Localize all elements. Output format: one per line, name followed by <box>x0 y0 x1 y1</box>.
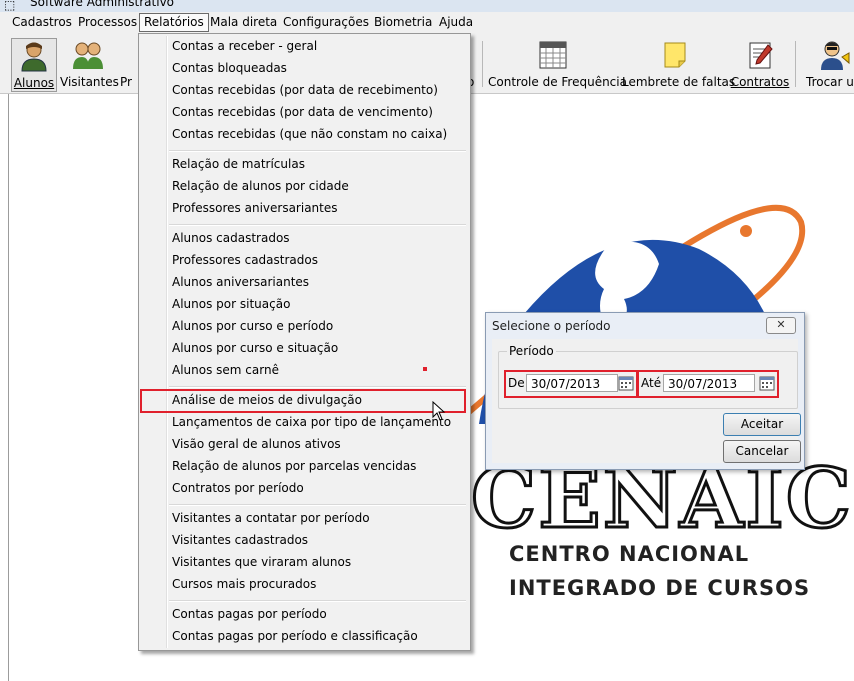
select-period-dialog: Selecione o período ✕ Período De 30/07/2… <box>485 312 805 470</box>
menu-item[interactable]: Contas pagas por período e classificação <box>172 625 418 647</box>
menu-cadastros[interactable]: Cadastros <box>8 14 76 31</box>
dialog-title: Selecione o período <box>492 319 611 333</box>
menu-gutter <box>166 36 168 648</box>
switch-user-icon <box>821 41 850 70</box>
menu-item[interactable]: Contas pagas por período <box>172 603 327 625</box>
periodo-group-label: Período <box>507 344 556 358</box>
menu-item[interactable]: Contas a receber - geral <box>172 35 317 57</box>
menu-item[interactable]: Alunos por curso e período <box>172 315 333 337</box>
lembrete-faltas-button[interactable]: Lembrete de faltas <box>622 33 736 93</box>
menu-item[interactable]: Contas bloqueadas <box>172 57 287 79</box>
de-label: De <box>508 376 525 390</box>
periodo-group: Período De 30/07/2013 Até 30/07/2013 <box>498 344 798 409</box>
logo-orbit-dot <box>740 225 752 237</box>
toolbar-separator-2 <box>795 41 796 87</box>
trocar-usuario-label: Trocar us <box>806 75 854 89</box>
visitors-icon <box>73 42 103 69</box>
calendar-icon[interactable] <box>618 375 634 391</box>
visitantes-label: Visitantes <box>60 75 119 89</box>
title-bar: ⬚ Software Administrativo <box>0 0 854 12</box>
menu-item[interactable]: Contas recebidas (por data de vencimento… <box>172 101 433 123</box>
menu-item[interactable]: Relação de alunos por cidade <box>172 175 349 197</box>
menu-separator <box>169 386 466 388</box>
menu-separator <box>169 224 466 226</box>
menu-item[interactable]: Alunos por curso e situação <box>172 337 338 359</box>
menu-mala-direta[interactable]: Mala direta <box>206 14 281 31</box>
calendar-grid-icon <box>539 41 567 69</box>
contratos-label: Contratos <box>730 75 790 89</box>
relatorios-dropdown: Contas a receber - geral Contas bloquead… <box>138 33 471 651</box>
contratos-button[interactable]: Contratos <box>730 33 790 93</box>
menu-item[interactable]: Visitantes a contatar por período <box>172 507 370 529</box>
menu-item[interactable]: Visitantes cadastrados <box>172 529 308 551</box>
menu-item[interactable]: Professores aniversariantes <box>172 197 338 219</box>
sticky-note-icon <box>664 42 686 68</box>
menu-bar: Cadastros Processos Relatórios Mala dire… <box>0 12 854 33</box>
student-icon <box>21 42 47 72</box>
menu-biometria[interactable]: Biometria <box>370 14 436 31</box>
controle-frequencia-button[interactable]: Controle de Frequência <box>488 33 627 93</box>
menu-item[interactable]: Alunos sem carnê <box>172 359 279 381</box>
menu-item[interactable]: Visão geral de alunos ativos <box>172 433 341 455</box>
menu-separator <box>169 600 466 602</box>
mouse-pointer-icon <box>432 401 446 421</box>
menu-item[interactable]: Alunos por situação <box>172 293 290 315</box>
contract-pen-icon <box>749 42 773 69</box>
calendar-icon[interactable] <box>759 375 775 391</box>
menu-separator <box>169 504 466 506</box>
dialog-body: Período De 30/07/2013 Até 30/07/2013 Ace… <box>492 339 801 463</box>
ate-field-highlight: Até 30/07/2013 <box>637 370 779 398</box>
partial-button-left[interactable]: Pr <box>120 33 138 93</box>
annotation-dot <box>423 367 427 371</box>
menu-item[interactable]: Contratos por período <box>172 477 304 499</box>
alunos-button[interactable]: Alunos <box>11 38 57 92</box>
logo-line-2: INTEGRADO DE CURSOS <box>509 576 810 600</box>
menu-item[interactable]: Relação de alunos por parcelas vencidas <box>172 455 416 477</box>
window-title: Software Administrativo <box>30 0 175 9</box>
cancelar-button[interactable]: Cancelar <box>723 440 801 463</box>
menu-item[interactable]: Contas recebidas (por data de recebiment… <box>172 79 438 101</box>
controle-frequencia-label: Controle de Frequência <box>488 75 627 89</box>
menu-item[interactable]: Contas recebidas (que não constam no cai… <box>172 123 447 145</box>
menu-item[interactable]: Alunos cadastrados <box>172 227 290 249</box>
menu-item[interactable]: Lançamentos de caixa por tipo de lançame… <box>172 411 451 433</box>
menu-processos[interactable]: Processos <box>74 14 141 31</box>
ate-label: Até <box>641 376 662 390</box>
menu-ajuda[interactable]: Ajuda <box>435 14 477 31</box>
de-date-input[interactable]: 30/07/2013 <box>526 374 618 392</box>
de-field-highlight: De 30/07/2013 <box>504 370 638 398</box>
app-icon: ⬚ <box>4 0 16 12</box>
logo-line-1: CENTRO NACIONAL <box>509 542 749 566</box>
visitantes-button[interactable]: Visitantes <box>60 33 119 93</box>
menu-item[interactable]: Relação de matrículas <box>172 153 305 175</box>
alunos-label: Alunos <box>13 76 55 90</box>
aceitar-button[interactable]: Aceitar <box>723 413 801 436</box>
menu-configuracoes[interactable]: Configurações <box>279 14 373 31</box>
menu-separator <box>169 150 466 152</box>
menu-item[interactable]: Cursos mais procurados <box>172 573 316 595</box>
highlight-box <box>140 389 466 413</box>
ate-date-input[interactable]: 30/07/2013 <box>663 374 755 392</box>
toolbar-separator <box>482 41 483 87</box>
menu-item[interactable]: Visitantes que viraram alunos <box>172 551 351 573</box>
menu-item[interactable]: Alunos aniversariantes <box>172 271 309 293</box>
close-icon[interactable]: ✕ <box>766 317 796 334</box>
lembrete-faltas-label: Lembrete de faltas <box>622 75 736 89</box>
menu-relatorios[interactable]: Relatórios <box>139 13 209 32</box>
menu-item[interactable]: Professores cadastrados <box>172 249 318 271</box>
partial-label-left: Pr <box>120 75 132 89</box>
trocar-usuario-button[interactable]: Trocar us <box>802 33 854 93</box>
